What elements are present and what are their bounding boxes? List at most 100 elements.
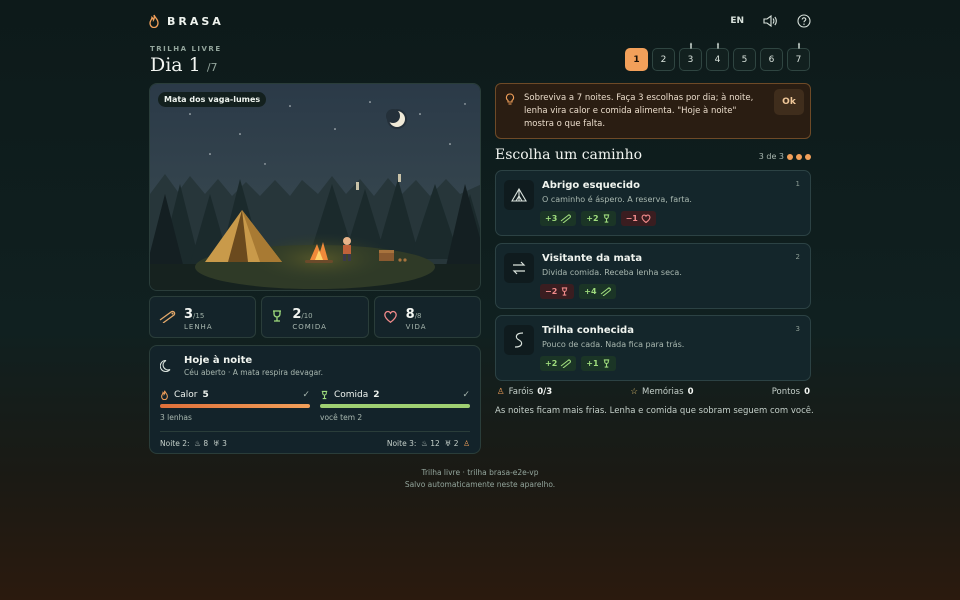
page-title: Dia 1 /7 (150, 54, 218, 76)
day-1-button[interactable]: 1 (625, 48, 648, 71)
day-6-button[interactable]: 6 (760, 48, 783, 71)
brand-name: BRASA (167, 14, 224, 28)
day-3-button[interactable]: 3 (679, 42, 702, 71)
day-number: 3 (687, 54, 694, 65)
choice-card[interactable]: Abrigo esquecido O caminho é áspero. A re… (495, 170, 811, 236)
choice-description: O caminho é áspero. A reserva, farta. (542, 195, 692, 204)
log-icon (560, 359, 572, 368)
effect-chip: −2 (540, 284, 575, 299)
food-label: Comida (334, 390, 369, 400)
day-5-button[interactable]: 5 (733, 48, 756, 71)
help-icon[interactable] (796, 13, 812, 29)
choice-shortcut: 3 (795, 325, 800, 333)
food-icon (602, 214, 611, 223)
food-icon (602, 359, 611, 368)
choose-title: Escolha um caminho (495, 147, 643, 163)
beacon-icon: ♙ (460, 439, 470, 448)
stat-comida: 2/10 COMIDA (261, 296, 369, 338)
food-icon (560, 287, 569, 296)
choices-progress-text: 3 de 3 (758, 152, 784, 161)
choice-effects: +2 +1 (540, 356, 616, 371)
heart-icon (641, 214, 651, 223)
warmth-value: 5 (202, 390, 209, 400)
warmth-bar (160, 404, 310, 408)
effect-chip: +4 (579, 284, 616, 299)
night-2-forecast: Noite 2: ♨ 8 ♅ 3 (160, 439, 227, 448)
effect-chip: +3 (540, 211, 577, 226)
food-icon: ♅ (442, 439, 452, 448)
stat-lenha: 3/15 LENHA (149, 296, 257, 338)
food-icon (321, 390, 328, 400)
score-row: ♙ Faróis 0/3 ☆ Memórias 0 Pontos 0 (497, 387, 810, 397)
day-selector: 1 2 3 4 5 6 7 (625, 42, 810, 71)
food-value: 2 (373, 390, 380, 400)
day-number: 2 (660, 54, 667, 65)
brand[interactable]: BRASA (148, 14, 224, 28)
beacon-icon: ♙ (497, 387, 505, 397)
log-icon (560, 214, 572, 223)
food-bar (320, 404, 470, 408)
choice-title: Abrigo esquecido (542, 180, 640, 191)
day-number: 6 (768, 54, 775, 65)
day-title: Dia 1 (150, 54, 201, 76)
stat-max: /8 (414, 312, 422, 320)
flame-icon (161, 390, 168, 400)
choice-effects: −2 +4 (540, 284, 616, 299)
swap-icon (504, 253, 534, 283)
day-number: 5 (741, 54, 748, 65)
dismiss-tip-button[interactable]: Ok (774, 89, 804, 115)
heart-icon (383, 308, 398, 327)
log-icon (158, 308, 176, 327)
food-icon (270, 308, 284, 327)
warmth-column: Calor 5 ✓ 3 lenhas (160, 390, 310, 422)
flame-icon: ♨ (191, 439, 202, 448)
tip-text: Sobreviva a 7 noites. Faça 3 escolhas po… (524, 93, 754, 129)
night-3-forecast: Noite 3: ♨ 12 ♅ 2 ♙ (386, 439, 470, 448)
choice-card[interactable]: Visitante da mata Divida comida. Receba l… (495, 243, 811, 309)
day-number: 4 (714, 54, 721, 65)
choice-title: Visitante da mata (542, 253, 643, 264)
tonight-panel: Hoje à noite Céu aberto · A mata respira… (149, 345, 481, 454)
day-number: 1 (633, 54, 640, 65)
footer: Trilha livre · trilha brasa-e2e-vp Salvo… (0, 467, 960, 491)
warmth-label: Calor (174, 390, 198, 400)
lightbulb-icon (505, 93, 515, 105)
day-2-button[interactable]: 2 (652, 48, 675, 71)
effect-chip: +2 (540, 356, 577, 371)
day-4-button[interactable]: 4 (706, 42, 729, 71)
footer-line-2: Salvo automaticamente neste aparelho. (404, 480, 556, 489)
stat-label: VIDA (405, 323, 427, 331)
language-toggle[interactable]: EN (730, 16, 744, 26)
pontos-stat: Pontos 0 (771, 387, 810, 397)
resource-stats: 3/15 LENHA 2/10 COMIDA 8/8 VIDA (149, 296, 481, 338)
stat-value: 8 (405, 307, 415, 322)
choice-card[interactable]: Trilha conhecida Pouco de cada. Nada fica… (495, 315, 811, 381)
footer-line-1: Trilha livre · trilha brasa-e2e-vp (421, 468, 539, 477)
food-icon: ♅ (210, 439, 220, 448)
day-7-button[interactable]: 7 (787, 42, 810, 71)
sound-icon[interactable] (762, 13, 778, 29)
progress-dot (787, 153, 793, 160)
beacon-icon (796, 42, 802, 49)
choice-shortcut: 2 (795, 253, 800, 261)
check-icon: ✓ (462, 390, 470, 400)
beacon-icon (688, 42, 694, 49)
choices-progress: 3 de 3 (759, 152, 811, 161)
beacon-icon (715, 42, 721, 49)
farois-stat: ♙ Faróis 0/3 (497, 387, 553, 397)
memorias-stat: ☆ Memórias 0 (630, 387, 694, 397)
flame-icon (149, 14, 159, 28)
day-number: 7 (795, 54, 802, 65)
trail-label: TRILHA LIVRE (150, 45, 222, 53)
stat-max: /10 (301, 312, 313, 320)
stat-max: /15 (193, 312, 205, 320)
effect-chip: +1 (581, 356, 616, 371)
stat-vida: 8/8 VIDA (373, 296, 481, 338)
stat-value: 3 (184, 307, 194, 322)
day-total: /7 (206, 61, 218, 74)
tonight-title: Hoje à noite (184, 355, 253, 366)
flame-icon: ♨ (418, 439, 428, 448)
choice-title: Trilha conhecida (542, 325, 634, 336)
choice-description: Divida comida. Receba lenha seca. (542, 268, 682, 277)
scene-location-tag: Mata dos vaga-lumes (158, 92, 267, 107)
